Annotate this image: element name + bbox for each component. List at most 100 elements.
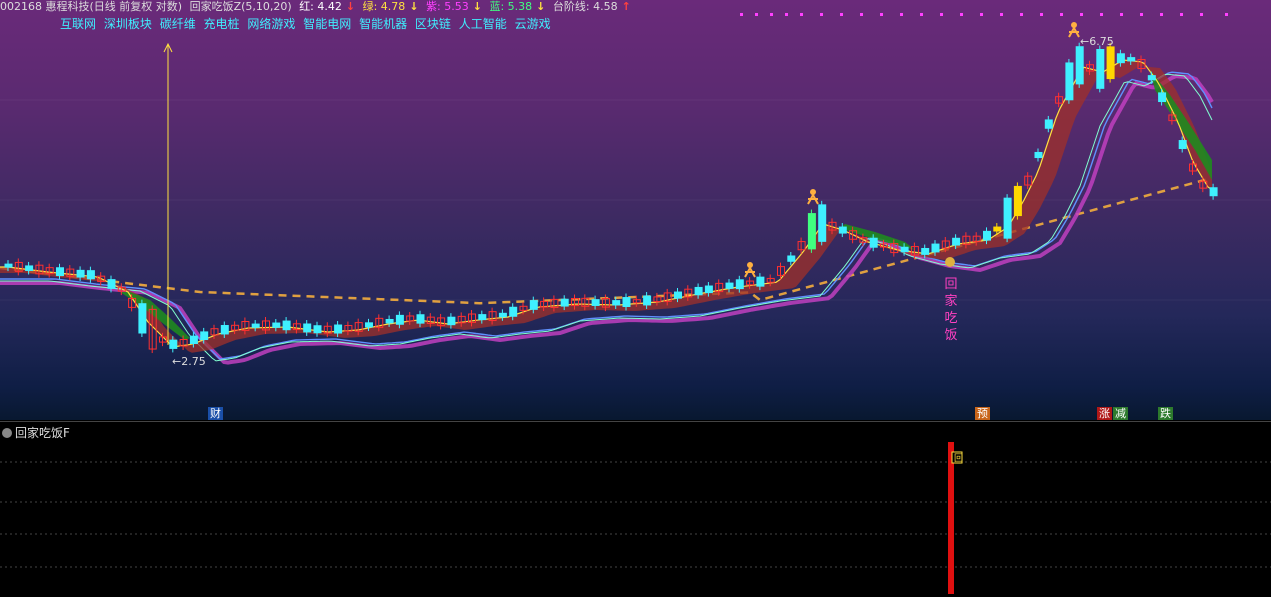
- blue-value: 蓝: 5.38 ↓: [489, 0, 546, 13]
- candle-body: [251, 323, 260, 328]
- candle-body: [4, 263, 13, 268]
- candle-body: [838, 226, 847, 234]
- candle-body: [138, 303, 147, 334]
- candle-body: [1013, 185, 1022, 217]
- signal-text: 回: [944, 277, 957, 292]
- candle-body: [1147, 75, 1156, 81]
- concept-tag[interactable]: 互联网: [60, 17, 96, 31]
- candle-body: [1116, 53, 1125, 64]
- concept-tag[interactable]: 充电桩: [204, 17, 240, 31]
- signal-text: 家: [944, 293, 957, 309]
- candle-body: [725, 282, 734, 289]
- price-chart[interactable]: ←2.75 ←6.75 回家吃饭: [0, 0, 1271, 420]
- high-price-label: ←6.75: [1080, 35, 1114, 48]
- candle-body: [1106, 46, 1115, 80]
- candle-body: [931, 243, 940, 253]
- candle-body: [993, 226, 1002, 232]
- concept-tag[interactable]: 智能电网: [303, 17, 351, 31]
- green-value: 绿: 4.78 ↓: [362, 0, 419, 13]
- candle-body: [983, 230, 991, 241]
- sub-chart: 回: [0, 442, 1271, 594]
- mark-yu: 预: [975, 407, 990, 420]
- candle-body: [1075, 46, 1084, 85]
- candle-body: [169, 339, 178, 349]
- candle-body: [107, 279, 116, 289]
- candle-body: [365, 322, 373, 328]
- candle-body: [189, 335, 198, 345]
- candle-body: [694, 286, 703, 296]
- candle-body: [498, 312, 507, 318]
- candle-body: [282, 320, 291, 331]
- indicator-name[interactable]: 回家吃饭Z(5,10,20): [190, 0, 292, 13]
- candle-body: [869, 237, 878, 248]
- signal-text: 饭: [944, 328, 957, 343]
- candle-body: [818, 204, 827, 242]
- money-bag-icon: [945, 257, 955, 267]
- red-value: 红: 4.42 ↓: [299, 0, 356, 13]
- low-price-label: ←2.75: [172, 355, 206, 368]
- candle-body: [334, 324, 343, 334]
- candle-body: [787, 255, 796, 262]
- candle-body: [25, 265, 34, 271]
- green-ribbon: [120, 292, 190, 340]
- candle-body: [86, 270, 95, 280]
- candle-body: [395, 314, 404, 325]
- candle-body: [1158, 92, 1167, 103]
- candle-body: [416, 314, 425, 324]
- candle-body: [591, 299, 600, 306]
- candle-body: [756, 276, 765, 287]
- chart-header: 002168 惠程科技(日线 前复权 对数) 回家吃饭Z(5,10,20) 红:…: [0, 0, 1271, 14]
- candle-body: [807, 213, 816, 250]
- candle-body: [1127, 57, 1136, 62]
- candle-body: [622, 297, 631, 308]
- concept-tag[interactable]: 智能机器: [359, 17, 407, 31]
- mark-die: 跌: [1158, 407, 1173, 420]
- candle-body: [313, 325, 322, 334]
- candle-body: [509, 306, 518, 317]
- candle-body: [478, 314, 487, 321]
- candle-body: [56, 267, 64, 277]
- candle-body: [674, 291, 682, 299]
- candle-body: [1178, 140, 1187, 150]
- signal-text: 吃: [944, 310, 957, 326]
- candle-body: [303, 323, 312, 333]
- candle-body: [952, 237, 961, 246]
- candle-body: [735, 279, 744, 290]
- candle-body: [643, 295, 652, 306]
- runner-icon: [807, 192, 819, 205]
- main-chart-panel[interactable]: ←2.75 ←6.75 回家吃饭 002168 惠程科技(日线 前复权 对数) 回家…: [0, 0, 1271, 420]
- runner-icon: [1068, 25, 1080, 38]
- candle-body: [1044, 119, 1053, 129]
- candle-body: [1209, 187, 1218, 197]
- step-line-value: 台阶线: 4.58 ↑: [552, 0, 631, 13]
- signal-flag: 回: [954, 453, 963, 464]
- candle-body: [1096, 48, 1105, 89]
- candle-body: [529, 300, 538, 310]
- concept-tag[interactable]: 云游戏: [515, 17, 551, 31]
- mark-jian: 减: [1113, 407, 1128, 420]
- candle-body: [612, 300, 621, 306]
- candle-body: [272, 322, 281, 328]
- candle-body: [560, 298, 569, 307]
- concept-tag[interactable]: 网络游戏: [247, 17, 295, 31]
- concept-tags: 互联网 深圳板块 碳纤维 充电桩 网络游戏 智能电网 智能机器 区块链 人工智能…: [60, 15, 555, 32]
- candle-body: [200, 331, 209, 341]
- sub-indicator-panel[interactable]: 回家吃饭F 回: [0, 421, 1271, 597]
- candle-body: [220, 325, 229, 335]
- candle-body: [76, 269, 85, 278]
- candle-body: [385, 318, 394, 324]
- runner-icon: [744, 265, 756, 278]
- concept-tag[interactable]: 碳纤维: [160, 17, 196, 31]
- candle-body: [704, 285, 713, 294]
- stock-title: 002168 惠程科技(日线 前复权 对数): [0, 0, 183, 13]
- concept-tag[interactable]: 人工智能: [459, 17, 507, 31]
- concept-tag[interactable]: 深圳板块: [104, 17, 152, 31]
- signal-bar: [948, 442, 954, 594]
- concept-tag[interactable]: 区块链: [415, 17, 451, 31]
- candle-body: [1003, 197, 1012, 239]
- mark-zhang: 涨: [1097, 407, 1112, 420]
- candle-body: [1065, 62, 1074, 101]
- candle-body: [900, 246, 909, 253]
- candle-body: [921, 247, 930, 255]
- mark-cai: 财: [208, 407, 223, 420]
